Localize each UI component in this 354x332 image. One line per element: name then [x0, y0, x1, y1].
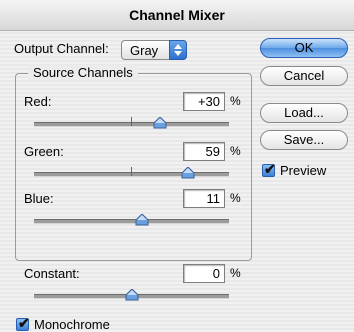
constant-percent: %	[230, 266, 241, 280]
dialog-body: Output Channel: Gray Source Channels Red…	[0, 31, 354, 332]
output-channel-label: Output Channel:	[14, 41, 109, 56]
blue-slider-thumb[interactable]	[135, 214, 149, 226]
ok-button[interactable]: OK	[260, 38, 348, 58]
cancel-button[interactable]: Cancel	[260, 66, 348, 86]
red-percent: %	[230, 94, 241, 108]
red-label: Red:	[24, 94, 52, 109]
monochrome-label: Monochrome	[34, 317, 110, 332]
green-slider-thumb[interactable]	[181, 167, 195, 179]
red-slider-center-tick	[131, 117, 132, 126]
preview-checkbox[interactable]: ✔	[262, 161, 276, 177]
green-value-field[interactable]: 59	[183, 142, 225, 161]
load-button[interactable]: Load...	[260, 103, 348, 123]
blue-label: Blue:	[24, 191, 54, 206]
checkmark-icon: ✔	[18, 315, 30, 331]
blue-percent: %	[230, 191, 241, 205]
checkmark-icon: ✔	[264, 161, 276, 177]
green-percent: %	[230, 144, 241, 158]
window-title: Channel Mixer	[0, 0, 354, 31]
blue-value-field[interactable]: 11	[183, 189, 225, 208]
preview-label: Preview	[280, 163, 327, 178]
constant-slider-thumb[interactable]	[125, 289, 139, 301]
red-value-field[interactable]: +30	[183, 92, 225, 111]
constant-label: Constant:	[24, 266, 80, 281]
output-channel-popup[interactable]: Gray	[121, 40, 187, 60]
red-slider-thumb[interactable]	[153, 117, 167, 129]
constant-value-field[interactable]: 0	[183, 264, 225, 283]
save-button[interactable]: Save...	[260, 130, 348, 150]
blue-slider-track[interactable]	[34, 219, 229, 224]
green-slider-center-tick	[131, 167, 132, 176]
monochrome-checkbox[interactable]: ✔	[16, 315, 30, 331]
output-channel-value: Gray	[130, 43, 159, 58]
popup-arrows-icon	[169, 40, 187, 60]
green-label: Green:	[24, 144, 64, 159]
source-channels-title: Source Channels	[28, 65, 138, 80]
